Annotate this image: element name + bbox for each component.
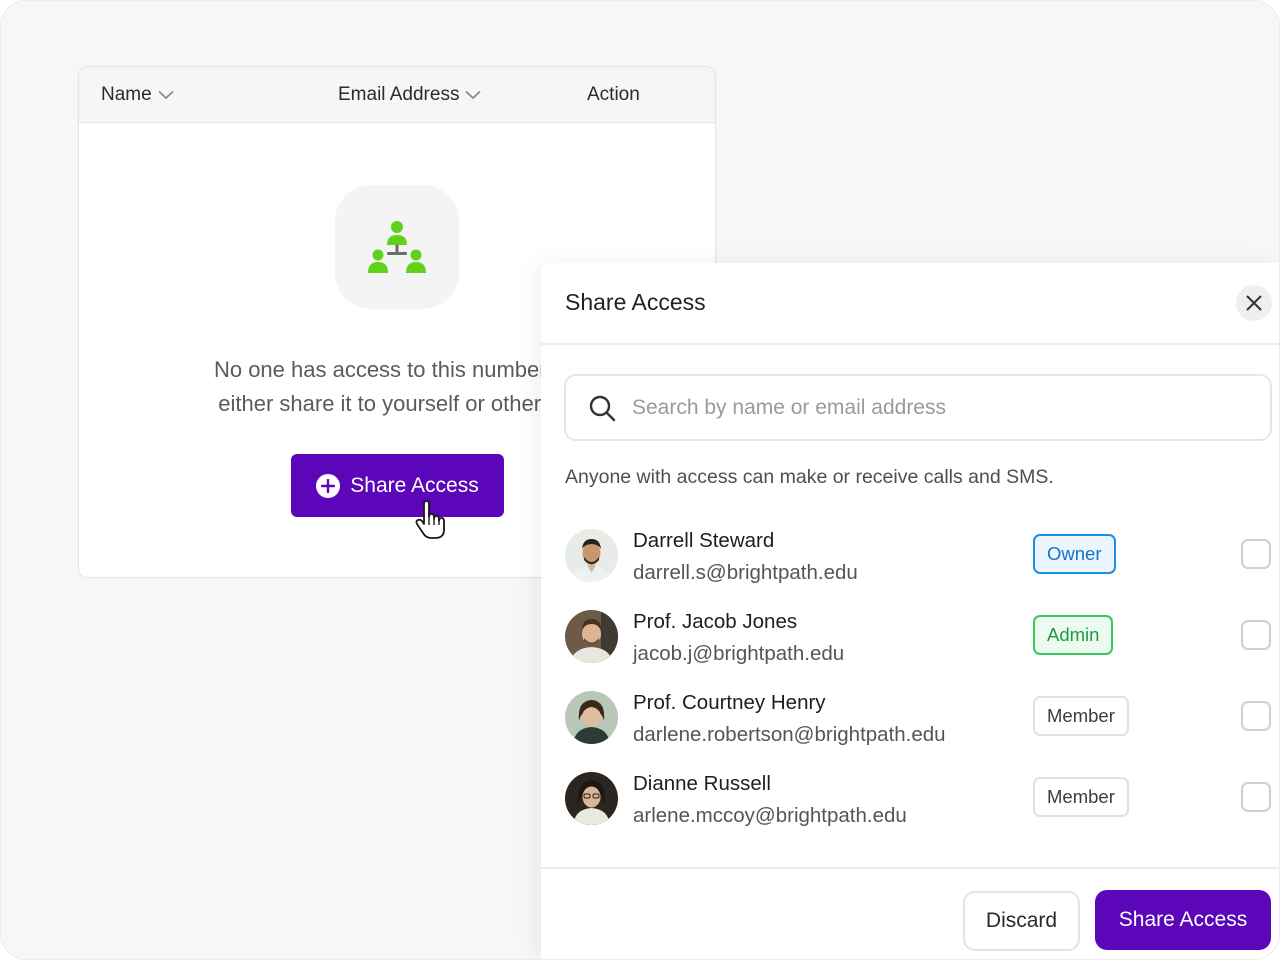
avatar (565, 772, 618, 825)
column-label-name: Name (101, 84, 152, 105)
search-input[interactable] (632, 395, 1232, 420)
search-icon (588, 394, 616, 422)
chevron-down-icon (158, 90, 174, 100)
access-info-text: Anyone with access can make or receive c… (565, 466, 1054, 488)
user-name: Darrell Steward (633, 529, 775, 552)
user-row: Darrell Steward darrell.s@brightpath.edu… (541, 529, 1279, 610)
user-select-checkbox[interactable] (1241, 701, 1271, 731)
role-badge-member: Member (1033, 696, 1129, 736)
user-row: Prof. Jacob Jones jacob.j@brightpath.edu… (541, 610, 1279, 691)
user-select-checkbox[interactable] (1241, 539, 1271, 569)
role-badge-member: Member (1033, 777, 1129, 817)
share-access-submit-button[interactable]: Share Access (1095, 890, 1271, 950)
user-select-checkbox[interactable] (1241, 620, 1271, 650)
column-label-action: Action (587, 84, 640, 105)
role-badge-owner: Owner (1033, 534, 1116, 574)
avatar (565, 610, 618, 663)
team-hierarchy-icon (335, 185, 459, 309)
column-label-email: Email Address (338, 84, 460, 105)
table-header: Name Email Address Action (79, 67, 715, 123)
avatar (565, 529, 618, 582)
discard-button[interactable]: Discard (963, 891, 1080, 951)
close-icon (1246, 295, 1262, 311)
column-header-name[interactable]: Name (101, 67, 174, 123)
user-email: arlene.mccoy@brightpath.edu (633, 804, 907, 827)
share-access-button-label: Share Access (350, 473, 479, 497)
user-email: darrell.s@brightpath.edu (633, 561, 858, 584)
chevron-down-icon (465, 90, 482, 100)
hand-cursor-icon (414, 500, 448, 545)
user-name: Prof. Courtney Henry (633, 691, 826, 714)
user-name: Prof. Jacob Jones (633, 610, 798, 633)
user-select-checkbox[interactable] (1241, 782, 1271, 812)
user-email: jacob.j@brightpath.edu (633, 642, 845, 665)
plus-circle-icon (316, 473, 341, 498)
share-access-panel: Share Access Anyone with access can make… (541, 263, 1279, 959)
user-name: Dianne Russell (633, 772, 771, 795)
search-box[interactable] (564, 374, 1272, 441)
close-button[interactable] (1236, 285, 1272, 321)
user-row: Dianne Russell arlene.mccoy@brightpath.e… (541, 772, 1279, 853)
panel-title: Share Access (565, 289, 706, 315)
column-header-email[interactable]: Email Address (338, 67, 482, 123)
user-email: darlene.robertson@brightpath.edu (633, 723, 946, 746)
app-canvas: Name Email Address Action No one has acc… (0, 0, 1280, 960)
role-badge-admin: Admin (1033, 615, 1114, 655)
avatar (565, 691, 618, 744)
panel-header: Share Access (541, 263, 1279, 345)
panel-footer: Discard Share Access (541, 867, 1279, 959)
user-row: Prof. Courtney Henry darlene.robertson@b… (541, 691, 1279, 772)
share-access-button[interactable]: Share Access (291, 454, 504, 517)
column-header-action: Action (587, 67, 640, 123)
